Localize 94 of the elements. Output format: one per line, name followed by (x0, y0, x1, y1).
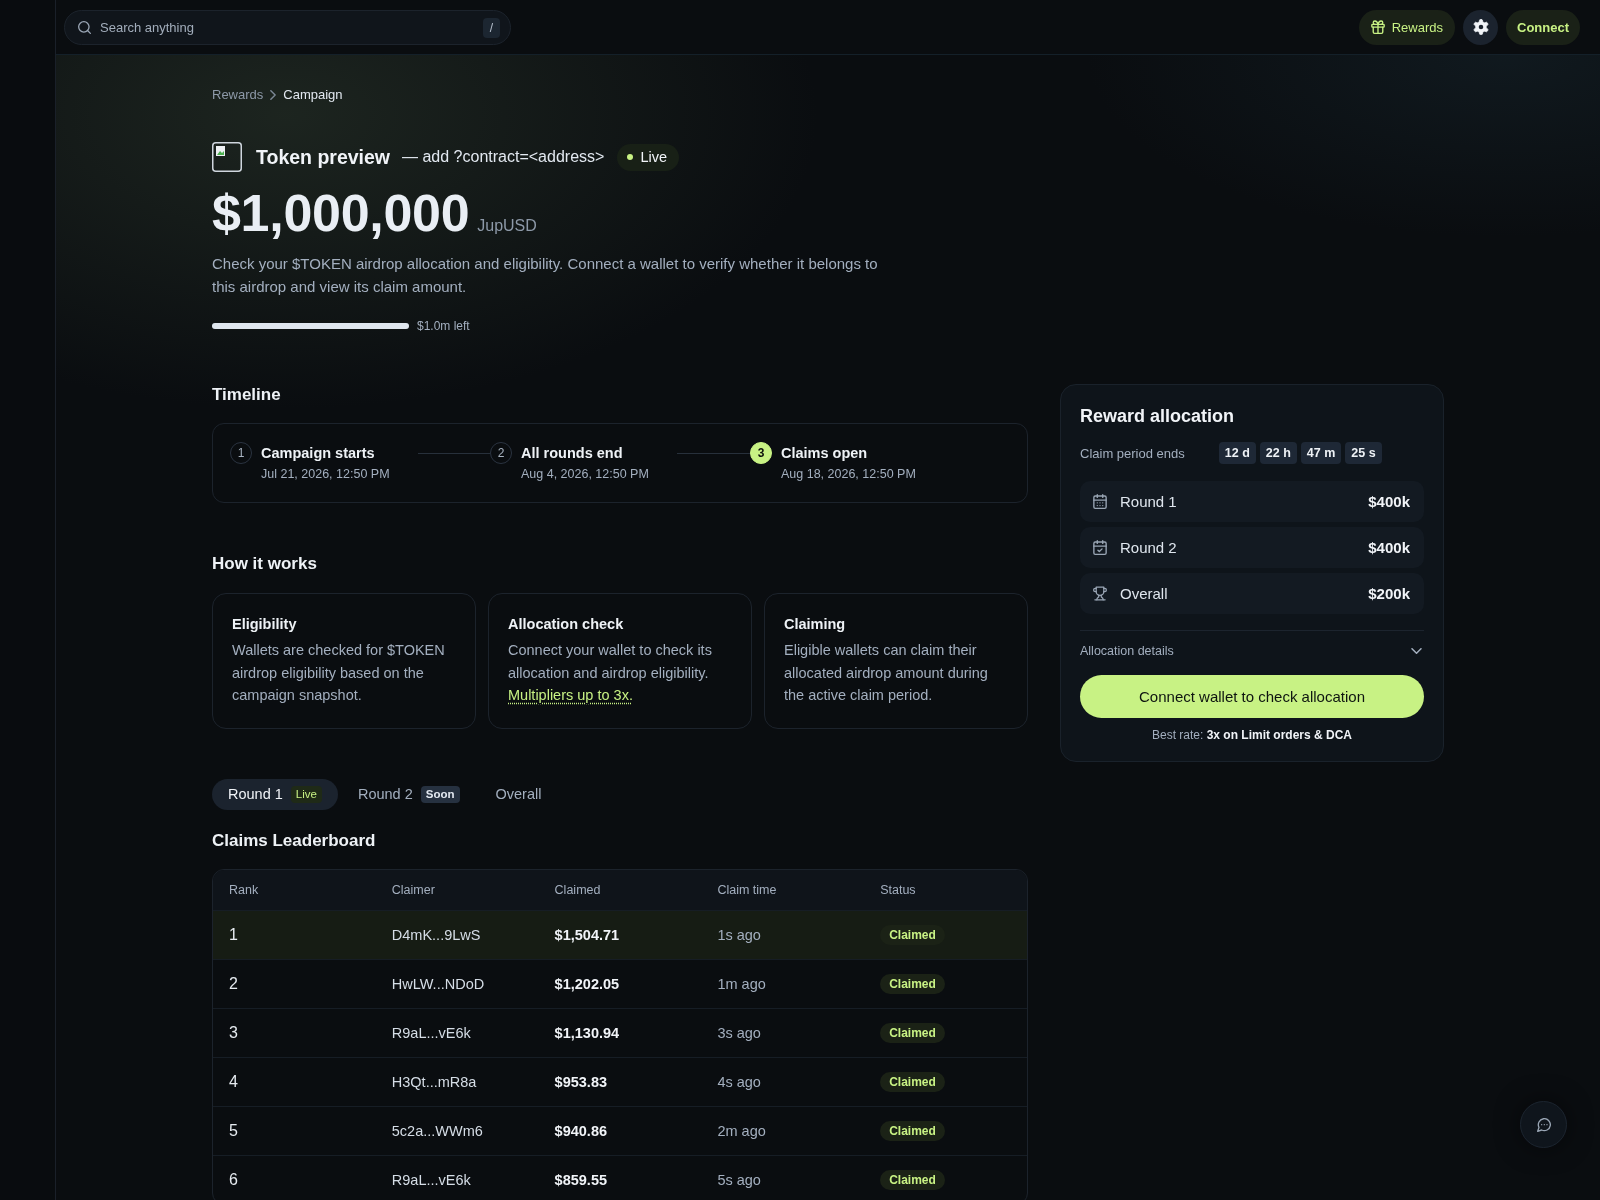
breadcrumb-current: Campaign (283, 86, 343, 104)
contract-hint: — add ?contract=<address> (402, 148, 605, 166)
currency-label: JupUSD (477, 217, 537, 235)
connect-button[interactable]: Connect (1506, 9, 1580, 45)
trophy-icon (1093, 586, 1107, 601)
amount-cell-text: $953.83 (553, 1073, 608, 1090)
tab[interactable]: Overall (479, 778, 558, 810)
connect-wallet-button[interactable]: Connect wallet to check allocation (1080, 675, 1424, 718)
amount-cell-text: $1,504.71 (553, 926, 621, 943)
tab[interactable]: Round 2 Soon (341, 778, 476, 810)
row-label: Round 2 (1120, 539, 1177, 556)
step-date: Aug 18, 2026, 12:50 PM (781, 466, 916, 483)
countdown-label: Claim period ends (1080, 445, 1185, 461)
claimer-cell-text: H3Qt...mR8a (390, 1073, 478, 1090)
step-date: Aug 4, 2026, 12:50 PM (521, 466, 649, 483)
calendar-check-icon (1093, 540, 1107, 555)
remaining-label: $1.0m left (417, 319, 470, 333)
search-icon (78, 20, 91, 34)
status-badge: Claimed (880, 973, 945, 994)
section-title: How it works (212, 553, 318, 575)
campaign-description: Check your $TOKEN airdrop allocation and eligibility. Connect a wallet to verify whether it belongs to this airdrop and view its claim amount. (212, 254, 879, 297)
status-badge: Claimed (880, 1169, 945, 1190)
row-amount: $400k (1368, 539, 1410, 556)
column-header: Claimer (390, 882, 436, 897)
step-number: 3 (750, 442, 772, 464)
rewards-button[interactable]: Rewards (1358, 9, 1455, 45)
card-text: Wallets are checked for $TOKEN airdrop eligibility based on the campaign snapshot. (232, 641, 446, 705)
row-amount: $400k (1368, 493, 1410, 510)
step-date: Jul 21, 2026, 12:50 PM (261, 466, 390, 483)
tab-badge: Soon (420, 785, 460, 803)
card-text: Eligible wallets can claim their allocated airdrop amount during the active claim period. (784, 641, 989, 705)
step-title: All rounds end (521, 444, 624, 463)
amount-cell-text: $859.55 (553, 1171, 608, 1188)
gift-icon (1370, 20, 1385, 34)
status-dot-icon (627, 154, 634, 160)
status-badge: Claimed (880, 924, 945, 945)
claimer-cell-text: R9aL...vE6k (390, 1171, 472, 1188)
amount-cell-text: $1,130.94 (553, 1024, 621, 1041)
rank-cell-text: 6 (228, 1170, 239, 1189)
card-title: Allocation check (508, 615, 625, 634)
column-header: Rank (228, 882, 260, 897)
claimer-cell-text: HwLW...NDoD (390, 975, 486, 992)
panel-title: Reward allocation (1080, 405, 1236, 428)
time-cell-text: 2m ago (716, 1122, 767, 1139)
settings-button[interactable] (1463, 9, 1498, 45)
column-header: Status (879, 882, 917, 897)
tab-badge: Live (290, 785, 322, 803)
amount-cell-text: $940.86 (553, 1122, 608, 1139)
rank-cell-text: 1 (228, 925, 239, 944)
card-title: Eligibility (232, 615, 298, 634)
claimer-cell-text: 5c2a...WWm6 (390, 1122, 484, 1139)
time-cell-text: 5s ago (716, 1171, 762, 1188)
status-label: Live (640, 149, 667, 165)
breadcrumb-link[interactable]: Rewards (212, 86, 264, 104)
settings-icon (1472, 19, 1489, 35)
chevron-right-icon (270, 90, 277, 100)
allocation-details-toggle[interactable]: Allocation details (1080, 642, 1424, 660)
time-cell-text: 1s ago (716, 926, 762, 943)
countdown-chip: 22 h (1259, 442, 1297, 464)
row-amount: $200k (1368, 585, 1410, 602)
status-badge: Claimed (880, 1120, 945, 1141)
claimer-cell-text: D4mK...9LwS (390, 926, 482, 943)
card-title: Claiming (784, 615, 847, 634)
step-title: Campaign starts (261, 444, 376, 463)
row-label: Round 1 (1120, 493, 1177, 510)
amount-cell-text: $1,202.05 (553, 975, 621, 992)
rank-cell-text: 5 (228, 1121, 239, 1140)
rank-cell-text: 3 (228, 1023, 239, 1042)
column-header: Claimed (553, 882, 602, 897)
rank-cell-text: 4 (228, 1072, 239, 1091)
step-title: Claims open (781, 444, 869, 463)
column-header: Claim time (716, 882, 778, 897)
countdown-chip: 47 m (1300, 442, 1342, 464)
broken-image-icon (212, 142, 242, 172)
countdown-chip: 12 d (1218, 442, 1256, 464)
best-rate-note: Best rate: 3x on Limit orders & DCA (1150, 727, 1354, 743)
rank-cell-text: 2 (228, 974, 239, 993)
chat-icon (1536, 1117, 1551, 1132)
tab[interactable]: Round 1 Live (212, 778, 338, 810)
section-title: Timeline (212, 384, 282, 406)
time-cell-text: 3s ago (716, 1024, 762, 1041)
token-title: Token preview (256, 145, 390, 169)
time-cell-text: 1m ago (716, 975, 767, 992)
reward-amount: $1,000,000 (212, 183, 470, 243)
row-label: Overall (1120, 585, 1168, 602)
calendar-icon (1093, 494, 1107, 509)
status-badge: Claimed (880, 1022, 945, 1043)
claimer-cell-text: R9aL...vE6k (390, 1024, 472, 1041)
multiplier-link[interactable]: Multipliers up to 3x. (508, 687, 633, 703)
card-text: Connect your wallet to check its allocation and airdrop eligibility. Multipliers up to 3x. (508, 641, 713, 705)
status-badge: Claimed (880, 1071, 945, 1092)
section-title: Claims Leaderboard (212, 829, 377, 852)
time-cell-text: 4s ago (716, 1073, 762, 1090)
countdown-chip: 25 s (1345, 442, 1382, 464)
